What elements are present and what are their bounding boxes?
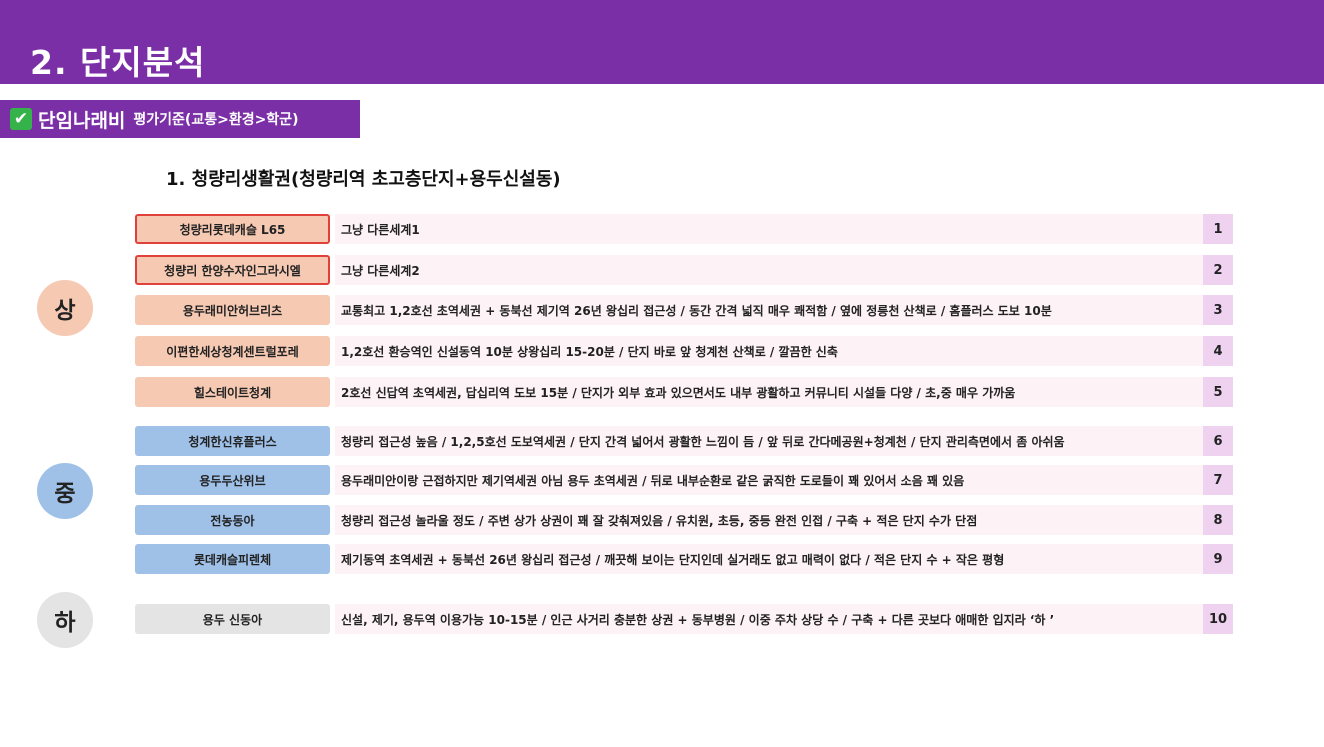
complex-description: 제기동역 초역세권 + 동북선 26년 왕십리 접근성 / 깨끗해 보이는 단지… — [335, 544, 1205, 574]
complex-name: 청계한신휴플러스 — [135, 426, 330, 456]
complex-name: 용두두산위브 — [135, 465, 330, 495]
rank-number: 2 — [1203, 255, 1233, 285]
tier-low: 하 — [37, 592, 93, 648]
complex-description: 용두래미안이랑 근접하지만 제기역세권 아님 용두 초역세권 / 뒤로 내부순환… — [335, 465, 1205, 495]
complex-name: 힐스테이트청계 — [135, 377, 330, 407]
rank-number: 9 — [1203, 544, 1233, 574]
complex-name: 청량리 한양수자인그라시엘 — [135, 255, 330, 285]
badge-title: 단임나래비 — [38, 109, 126, 132]
complex-description: 청량리 접근성 놀라울 정도 / 주변 상가 상권이 꽤 잘 갖춰져있음 / 유… — [335, 505, 1205, 535]
complex-name: 이편한세상청계센트럴포레 — [135, 336, 330, 366]
complex-description: 교통최고 1,2호선 초역세권 + 동북선 제기역 26년 왕십리 접근성 / … — [335, 295, 1205, 325]
complex-name: 청량리롯데캐슬 L65 — [135, 214, 330, 244]
complex-description: 청량리 접근성 높음 / 1,2,5호선 도보역세권 / 단지 간격 넓어서 광… — [335, 426, 1205, 456]
rank-number: 8 — [1203, 505, 1233, 535]
complex-name: 전농동아 — [135, 505, 330, 535]
complex-description: 1,2호선 환승역인 신설동역 10분 상왕십리 15-20분 / 단지 바로 … — [335, 336, 1205, 366]
check-icon: ✔ — [10, 108, 32, 130]
rank-number: 6 — [1203, 426, 1233, 456]
tier-mid: 중 — [37, 463, 93, 519]
complex-description: 그냥 다른세계2 — [335, 255, 1205, 285]
section-title: 1. 청량리생활권(청량리역 초고층단지+용두신설동) — [166, 169, 561, 190]
tier-high: 상 — [37, 280, 93, 336]
complex-description: 그냥 다른세계1 — [335, 214, 1205, 244]
rank-number: 4 — [1203, 336, 1233, 366]
rank-number: 7 — [1203, 465, 1233, 495]
complex-description: 신설, 제기, 용두역 이용가능 10-15분 / 인근 사거리 충분한 상권 … — [335, 604, 1205, 634]
criteria-badge: ✔ 단임나래비 평가기준(교통>환경>학군) — [0, 100, 360, 138]
rank-number: 5 — [1203, 377, 1233, 407]
rank-number: 10 — [1203, 604, 1233, 634]
complex-name: 롯데캐슬피렌체 — [135, 544, 330, 574]
page-title: 2. 단지분석 — [30, 43, 206, 82]
rank-number: 3 — [1203, 295, 1233, 325]
complex-description: 2호선 신답역 초역세권, 답십리역 도보 15분 / 단지가 외부 효과 있으… — [335, 377, 1205, 407]
badge-criteria: 평가기준(교통>환경>학군) — [133, 112, 299, 128]
header-bar: 2. 단지분석 — [0, 0, 1324, 84]
rank-number: 1 — [1203, 214, 1233, 244]
complex-name: 용두래미안허브리츠 — [135, 295, 330, 325]
complex-name: 용두 신동아 — [135, 604, 330, 634]
